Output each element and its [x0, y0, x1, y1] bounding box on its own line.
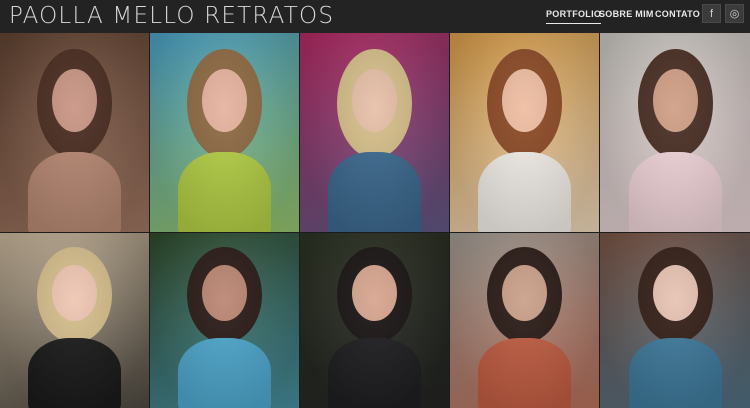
- face-shape: [652, 68, 698, 133]
- body-shape: [178, 338, 271, 408]
- portrait-photo-6[interactable]: [0, 233, 149, 408]
- body-shape: [628, 152, 722, 232]
- top-navigation-bar: PAOLLA MELLO RETRATOS PORTFOLIO SOBRE MI…: [0, 0, 750, 33]
- body-shape: [28, 338, 121, 408]
- instagram-glyph: ◎: [729, 8, 740, 20]
- hair-shape: [37, 247, 112, 344]
- face-shape: [52, 264, 97, 321]
- nav-contato[interactable]: CONTATO: [655, 9, 700, 19]
- nav-portfolio[interactable]: PORTFOLIO: [546, 9, 602, 24]
- facebook-icon[interactable]: f: [702, 4, 721, 23]
- face-shape: [52, 68, 97, 133]
- body-shape: [478, 338, 571, 408]
- body-shape: [628, 338, 722, 408]
- body-shape: [28, 152, 121, 232]
- portrait-photo-5[interactable]: [600, 33, 750, 232]
- portrait-photo-9[interactable]: [450, 233, 599, 408]
- portrait-photo-7[interactable]: [150, 233, 299, 408]
- portrait-photo-8[interactable]: [300, 233, 449, 408]
- instagram-icon[interactable]: ◎: [725, 4, 744, 23]
- portfolio-gallery: [0, 33, 750, 408]
- face-shape: [652, 264, 698, 321]
- portrait-photo-1[interactable]: [0, 33, 149, 232]
- face-shape: [502, 264, 547, 321]
- hair-shape: [37, 48, 112, 159]
- hair-shape: [487, 48, 562, 159]
- facebook-glyph: f: [709, 7, 714, 20]
- face-shape: [202, 68, 247, 133]
- portrait-photo-3[interactable]: [300, 33, 449, 232]
- hair-shape: [187, 48, 262, 159]
- body-shape: [328, 152, 421, 232]
- body-shape: [178, 152, 271, 232]
- hair-shape: [637, 247, 713, 344]
- hair-shape: [337, 48, 412, 159]
- face-shape: [352, 264, 397, 321]
- face-shape: [202, 264, 247, 321]
- nav-sobre-mim[interactable]: SOBRE MIM: [599, 9, 654, 19]
- portrait-photo-10[interactable]: [600, 233, 750, 408]
- portrait-photo-4[interactable]: [450, 33, 599, 232]
- face-shape: [352, 68, 397, 133]
- hair-shape: [337, 247, 412, 344]
- hair-shape: [487, 247, 562, 344]
- body-shape: [478, 152, 571, 232]
- face-shape: [502, 68, 547, 133]
- site-title[interactable]: PAOLLA MELLO RETRATOS: [9, 2, 334, 30]
- hair-shape: [637, 48, 713, 159]
- hair-shape: [187, 247, 262, 344]
- portrait-photo-2[interactable]: [150, 33, 299, 232]
- body-shape: [328, 338, 421, 408]
